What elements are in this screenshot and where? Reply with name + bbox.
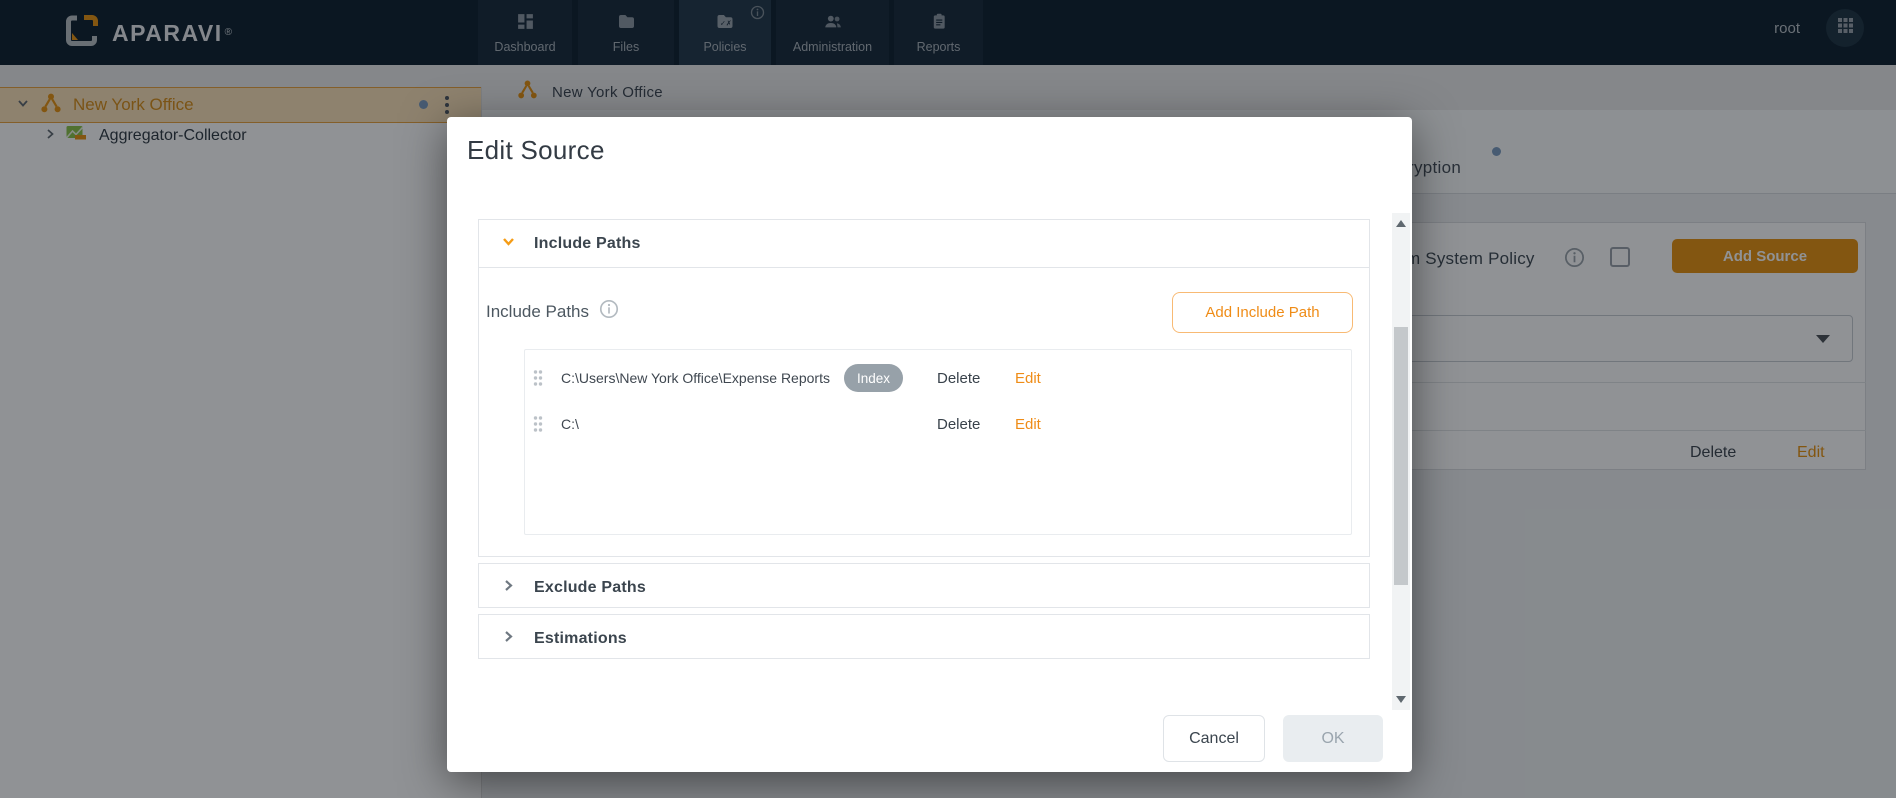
accordion-include-paths-header[interactable]: Include Paths: [479, 220, 1369, 268]
accordion-exclude-paths-header[interactable]: Exclude Paths: [479, 564, 1369, 611]
accordion-exclude-paths: Exclude Paths: [478, 563, 1370, 608]
info-icon[interactable]: [599, 299, 619, 324]
accordion-title: Include Paths: [534, 234, 641, 252]
chevron-right-icon: [501, 578, 516, 598]
accordion-title: Exclude Paths: [534, 578, 646, 596]
include-path-value: C:\Users\New York Office\Expense Reports: [561, 370, 830, 386]
drag-handle-icon[interactable]: [532, 406, 544, 442]
path-edit-link[interactable]: Edit: [1015, 406, 1041, 442]
edit-source-modal: Edit Source Include Paths Include Paths …: [447, 117, 1412, 772]
include-path-row: C:\Users\New York Office\Expense Reports…: [525, 360, 1353, 396]
accordion-estimations-header[interactable]: Estimations: [479, 615, 1369, 662]
include-path-row: C:\ Delete Edit: [525, 406, 1353, 442]
path-edit-link[interactable]: Edit: [1015, 360, 1041, 396]
app-screen: APARAVI ® Dashboard Files ✓✗ Policies Ad…: [0, 0, 1896, 798]
chevron-down-icon: [501, 234, 516, 254]
cancel-button[interactable]: Cancel: [1163, 715, 1265, 762]
field-label: Include Paths: [486, 301, 590, 321]
chevron-right-icon: [501, 629, 516, 649]
ok-button[interactable]: OK: [1283, 715, 1383, 762]
drag-handle-icon[interactable]: [532, 360, 544, 396]
add-include-path-button[interactable]: Add Include Path: [1172, 292, 1353, 333]
include-path-value: C:\: [561, 416, 579, 432]
modal-title: Edit Source: [467, 135, 605, 165]
scroll-up-arrow-icon[interactable]: [1396, 220, 1406, 227]
accordion-title: Estimations: [534, 629, 627, 647]
scrollbar-thumb[interactable]: [1394, 327, 1408, 585]
include-paths-field-label-row: Include Paths: [486, 299, 619, 324]
index-badge: Index: [843, 364, 903, 392]
accordion-estimations: Estimations: [478, 614, 1370, 659]
include-paths-list: C:\Users\New York Office\Expense Reports…: [524, 349, 1352, 535]
scroll-down-arrow-icon[interactable]: [1396, 696, 1406, 703]
modal-scrollbar[interactable]: [1392, 213, 1410, 710]
path-delete-link[interactable]: Delete: [937, 360, 980, 396]
path-delete-link[interactable]: Delete: [937, 406, 980, 442]
